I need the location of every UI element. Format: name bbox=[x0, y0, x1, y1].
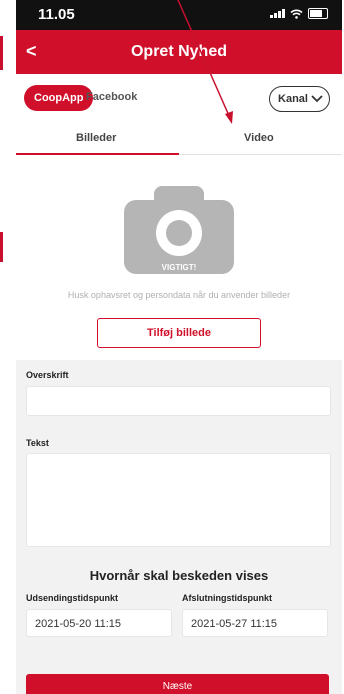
edge-mark-middle bbox=[0, 232, 3, 262]
status-icons bbox=[270, 8, 328, 19]
camera-icon[interactable]: VIGTIGT! bbox=[124, 186, 234, 274]
edge-mark-top bbox=[0, 36, 3, 70]
status-time: 11.05 bbox=[38, 6, 75, 23]
end-time-label: Afslutningstidspunkt bbox=[182, 593, 272, 603]
end-time-input[interactable]: 2021-05-27 11:15 bbox=[182, 609, 328, 637]
tab-billeder[interactable]: Billeder bbox=[76, 132, 116, 144]
page-title: Opret Nyhed bbox=[130, 43, 227, 60]
status-bar: 11.05 bbox=[16, 0, 342, 30]
copyright-hint: Husk ophavsret og persondata når du anve… bbox=[67, 290, 291, 300]
headline-input[interactable] bbox=[26, 386, 331, 416]
news-form: Overskrift Tekst Hvornår skal beskeden v… bbox=[16, 360, 342, 694]
headline-label: Overskrift bbox=[26, 370, 69, 380]
schedule-title: Hvornår skal beskeden vises bbox=[89, 568, 269, 583]
channel-row: CoopApp Facebook Kanal bbox=[16, 82, 342, 114]
battery-icon bbox=[308, 8, 328, 19]
app-header: < Opret Nyhed bbox=[16, 30, 342, 74]
text-input[interactable] bbox=[26, 453, 331, 547]
tab-video[interactable]: Video bbox=[244, 132, 274, 144]
chevron-down-icon bbox=[311, 95, 323, 103]
signal-icon bbox=[270, 9, 285, 18]
kanal-dropdown[interactable]: Kanal bbox=[269, 86, 330, 112]
kanal-label: Kanal bbox=[278, 93, 308, 105]
channel-chip-coopapp[interactable]: CoopApp bbox=[24, 85, 94, 111]
phone-screen: 11.05 < Opret Nyhed CoopApp Facebook Kan… bbox=[16, 0, 342, 694]
add-image-button[interactable]: Tilføj billede bbox=[97, 318, 261, 348]
start-time-input[interactable]: 2021-05-20 11:15 bbox=[26, 609, 172, 637]
start-time-label: Udsendingstidspunkt bbox=[26, 593, 118, 603]
camera-label: VIGTIGT! bbox=[161, 263, 197, 272]
tab-underline bbox=[16, 153, 179, 155]
next-button[interactable]: Næste bbox=[26, 674, 329, 694]
wifi-icon bbox=[290, 9, 303, 19]
channel-chip-facebook[interactable]: Facebook bbox=[86, 91, 137, 103]
media-tabs: Billeder Video bbox=[16, 126, 342, 155]
text-label: Tekst bbox=[26, 438, 49, 448]
